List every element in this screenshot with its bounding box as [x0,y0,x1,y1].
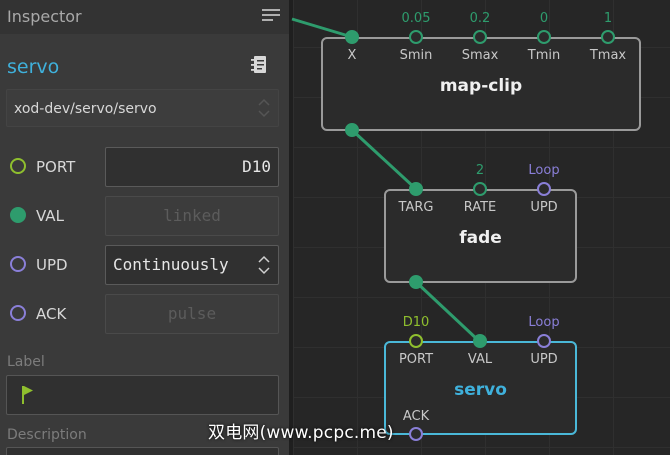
document-icon[interactable] [251,55,268,75]
pin-label-val: VAL [36,207,64,225]
node-type-selector[interactable]: xod-dev/servo/servo [6,89,279,127]
pin-rate[interactable] [473,182,487,196]
node-title: map-clip [439,76,523,96]
pin-row-upd: UPD Continuously [0,245,289,285]
pulse-pin-icon [10,256,26,272]
pin-name-upd: UPD [530,352,558,367]
hamburger-menu-icon[interactable] [262,8,280,24]
pin-name-smax: Smax [461,48,499,63]
selected-node-name: servo [7,56,60,78]
pin-value-tmin: 0 [539,11,549,26]
inspector-header: Inspector [0,0,289,34]
pin-row-port: PORT D10 [0,147,289,187]
pin-row-ack: ACK pulse [0,294,289,334]
pin-tmin[interactable] [537,30,551,44]
label-heading: Label [7,354,45,370]
pin-value-smax: 0.2 [469,11,491,26]
pin-map-clip-output[interactable] [345,123,359,137]
pin-ack[interactable] [409,427,423,441]
ack-value-input: pulse [105,294,279,334]
node-type-path: xod-dev/servo/servo [14,101,157,117]
pin-name-smin: Smin [399,48,433,63]
port-pin-icon [10,158,26,174]
pin-value-tmax: 1 [603,11,613,26]
watermark: 双电网(www.pcpc.me) [208,423,394,443]
port-value: D10 [242,157,271,176]
pin-name-x: X [347,48,357,63]
number-pin-icon [10,207,26,223]
pin-targ[interactable] [409,182,423,196]
port-value-input[interactable]: D10 [105,147,279,187]
description-heading: Description [7,427,87,443]
pin-value-upd: Loop [528,315,560,330]
description-input[interactable] [6,447,279,455]
pin-label-port: PORT [36,158,76,176]
val-value-input: linked [105,196,279,236]
xod-ide: Inspector servo xod-dev/servo/servo PORT… [0,0,670,455]
inspector-title: Inspector [7,7,82,26]
pin-name-val: VAL [467,352,493,367]
node-title: fade [459,228,502,248]
pin-upd[interactable] [537,182,551,196]
pin-value-upd: Loop [528,163,560,178]
pin-name-rate: RATE [463,200,497,215]
pulse-pin-icon [10,305,26,321]
up-down-arrows-icon [258,255,270,275]
inspector-panel: Inspector servo xod-dev/servo/servo PORT… [0,0,289,455]
pin-value-smin: 0.05 [401,11,431,26]
pin-name-upd: UPD [530,200,558,215]
pin-port[interactable] [409,334,423,348]
pin-label-upd: UPD [36,256,68,274]
pin-name-ack: ACK [402,409,430,424]
upd-value-select[interactable]: Continuously [105,245,279,285]
node-title: servo [454,380,507,400]
upd-value: Continuously [113,255,229,274]
pin-val[interactable] [473,334,487,348]
flag-icon [22,386,33,404]
pin-upd[interactable] [537,334,551,348]
pin-fade-output[interactable] [409,275,423,289]
pin-name-port: PORT [398,352,434,367]
pin-name-targ: TARG [398,200,434,215]
pin-name-tmax: Tmax [589,48,627,63]
pin-smax[interactable] [473,30,487,44]
up-down-arrows-icon [258,98,270,118]
pin-x[interactable] [345,30,359,44]
label-input[interactable] [6,375,279,415]
pin-smin[interactable] [409,30,423,44]
pin-row-val: VAL linked [0,196,289,236]
pin-label-ack: ACK [36,305,67,323]
pin-value-rate: 2 [475,163,485,178]
pin-tmax[interactable] [601,30,615,44]
pin-name-tmin: Tmin [527,48,561,63]
pin-value-port: D10 [402,315,430,330]
